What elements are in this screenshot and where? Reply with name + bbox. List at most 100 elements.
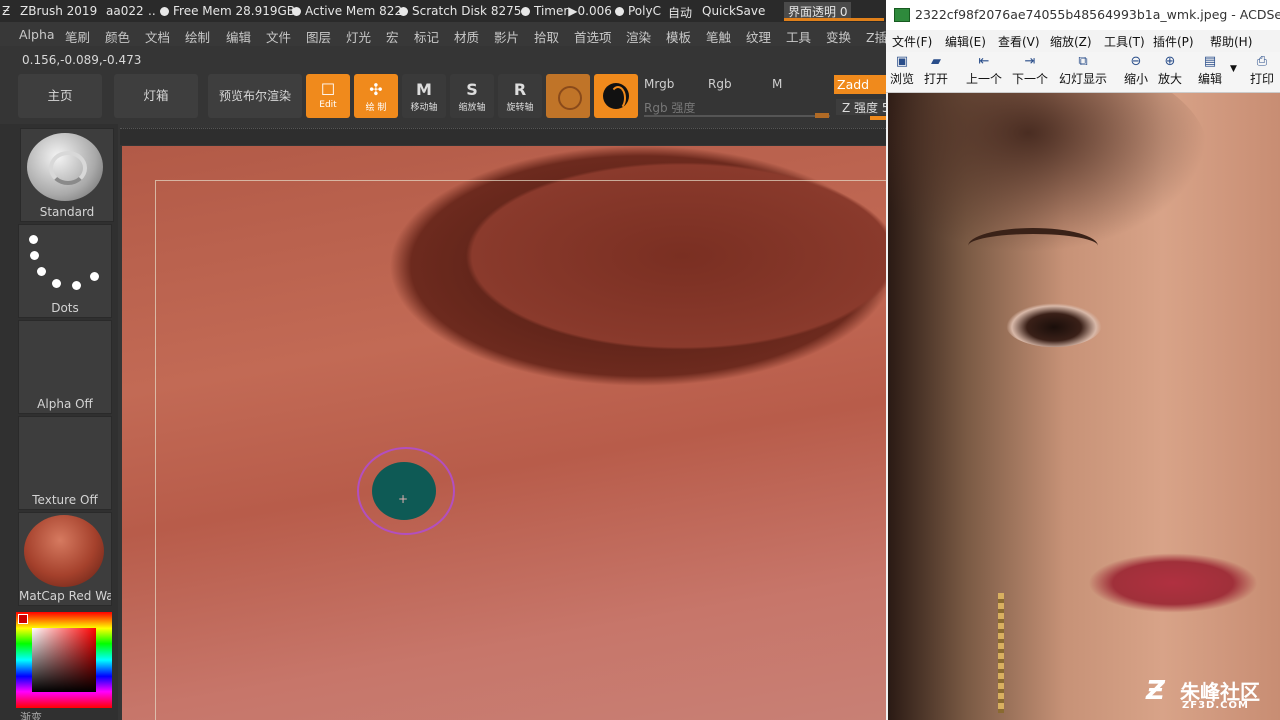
auto-toggle[interactable]: 自动 bbox=[668, 4, 692, 21]
m-toggle[interactable]: M bbox=[772, 77, 782, 91]
edit-button[interactable]: ▤ 编辑 bbox=[1198, 54, 1222, 87]
home-button[interactable]: 主页 bbox=[18, 74, 102, 118]
material-sphere-button[interactable] bbox=[546, 74, 590, 118]
move-icon: M bbox=[416, 80, 432, 99]
stroke-slot[interactable]: Dots bbox=[18, 224, 112, 318]
material-slot[interactable]: MatCap Red Wax bbox=[18, 512, 112, 606]
rgb-intensity-slider[interactable]: Rgb 强度 bbox=[644, 99, 695, 116]
reference-photo bbox=[888, 93, 1280, 720]
print-icon: ⎙ bbox=[1256, 54, 1268, 69]
brush-slot[interactable]: Standard bbox=[20, 128, 114, 222]
mrgb-toggle[interactable]: Mrgb bbox=[644, 77, 674, 91]
acd-menu-tools[interactable]: 工具(T) bbox=[1104, 33, 1145, 50]
previous-button[interactable]: ⇤ 上一个 bbox=[966, 54, 1002, 87]
zoom-in-label: 放大 bbox=[1158, 72, 1183, 86]
menu-transform[interactable]: 变换 bbox=[826, 27, 851, 46]
menu-texture[interactable]: 纹理 bbox=[746, 27, 771, 46]
acd-menu-zoom[interactable]: 缩放(Z) bbox=[1050, 33, 1092, 50]
browse-button[interactable]: ▣ 浏览 bbox=[890, 54, 914, 87]
menu-picker[interactable]: 拾取 bbox=[534, 27, 559, 46]
photo-lips bbox=[1088, 553, 1258, 613]
edit-label: Edit bbox=[319, 100, 337, 110]
draw-mode-button[interactable]: ✣ 绘 制 bbox=[354, 74, 398, 118]
slideshow-icon: ⧉ bbox=[1078, 54, 1088, 69]
texture-name: Texture Off bbox=[32, 493, 98, 507]
menu-zplugin[interactable]: Z插 bbox=[866, 27, 886, 46]
menu-stencil[interactable]: 模板 bbox=[666, 27, 691, 46]
alpha-slot[interactable]: Alpha Off bbox=[18, 320, 112, 414]
menu-render[interactable]: 渲染 bbox=[626, 27, 651, 46]
left-shelf: Standard Dots Alpha Off Texture Off MatC… bbox=[0, 124, 118, 720]
browse-icon: ▣ bbox=[895, 54, 909, 69]
move-mode-button[interactable]: M 移动轴 bbox=[402, 74, 446, 118]
scale-mode-button[interactable]: S 缩放轴 bbox=[450, 74, 494, 118]
menu-movie[interactable]: 影片 bbox=[494, 27, 519, 46]
rotate-icon: R bbox=[513, 80, 527, 99]
menu-document[interactable]: 文档 bbox=[145, 27, 170, 46]
timer: Timer▶0.006 bbox=[521, 4, 612, 18]
acd-menu-edit[interactable]: 编辑(E) bbox=[945, 33, 986, 50]
zadd-button[interactable]: Zadd bbox=[834, 75, 886, 94]
color-picker-square[interactable] bbox=[32, 628, 96, 692]
bpr-render-button[interactable]: 预览布尔渲染 bbox=[208, 74, 302, 118]
menu-preferences[interactable]: 首选项 bbox=[574, 27, 612, 46]
menu-tool[interactable]: 工具 bbox=[786, 27, 811, 46]
menu-draw[interactable]: 绘制 bbox=[185, 27, 210, 46]
acd-menu-file[interactable]: 文件(F) bbox=[892, 33, 932, 50]
acdsee-title: 2322cf98f2076ae74055b48564993b1a_wmk.jpe… bbox=[915, 7, 1280, 22]
rgb-intensity-track[interactable] bbox=[644, 115, 830, 117]
canvas-top-strip bbox=[120, 128, 886, 145]
next-button[interactable]: ⇥ 下一个 bbox=[1012, 54, 1048, 87]
quicksave-button[interactable]: QuickSave bbox=[702, 4, 765, 18]
edit-icon: ▤ bbox=[1203, 54, 1217, 69]
menu-light[interactable]: 灯光 bbox=[346, 27, 371, 46]
slideshow-button[interactable]: ⧉ 幻灯显示 bbox=[1059, 54, 1107, 87]
edit-dropdown-button[interactable]: ▼ bbox=[1230, 64, 1237, 74]
edit-mode-button[interactable]: ☐ Edit bbox=[306, 74, 350, 118]
menu-marker[interactable]: 标记 bbox=[414, 27, 439, 46]
brush-cursor-ring[interactable] bbox=[357, 447, 455, 535]
z-intensity-handle[interactable] bbox=[870, 116, 886, 120]
rgb-toggle[interactable]: Rgb bbox=[708, 77, 732, 91]
acd-menu-plugins[interactable]: 插件(P) bbox=[1153, 33, 1194, 50]
zoom-in-icon: ⊕ bbox=[1164, 54, 1176, 69]
next-icon: ⇥ bbox=[1024, 54, 1036, 69]
zoom-out-button[interactable]: ⊖ 缩小 bbox=[1124, 54, 1148, 87]
menu-macro[interactable]: 宏 bbox=[386, 27, 399, 46]
rotate-mode-button[interactable]: R 旋转轴 bbox=[498, 74, 542, 118]
acd-menu-view[interactable]: 查看(V) bbox=[998, 33, 1040, 50]
menu-alpha[interactable]: Alpha bbox=[19, 27, 55, 42]
open-label: 打开 bbox=[924, 72, 949, 86]
color-swatch-indicator bbox=[18, 614, 28, 624]
gradient-label: 渐变 bbox=[20, 711, 42, 720]
scale-icon: S bbox=[466, 80, 478, 99]
move-label: 移动轴 bbox=[410, 103, 438, 113]
menu-layer[interactable]: 图层 bbox=[306, 27, 331, 46]
zbrush-logo-icon: Ƶ bbox=[2, 4, 11, 18]
acdsee-toolbar: ▣ 浏览 ▰ 打开 ⇤ 上一个 ⇥ 下一个 ⧉ 幻灯显示 ⊖ 缩小 ⊕ 放大 ▤ 编辑 ▼ ⎙ 打… bbox=[886, 52, 1280, 93]
menu-color[interactable]: 颜色 bbox=[105, 27, 130, 46]
menu-stroke[interactable]: 笔触 bbox=[706, 27, 731, 46]
menu-material[interactable]: 材质 bbox=[454, 27, 479, 46]
app-title: ZBrush 2019 bbox=[20, 4, 98, 18]
transparency-slider-track[interactable] bbox=[784, 18, 884, 21]
open-button[interactable]: ▰ 打开 bbox=[924, 54, 948, 87]
texture-slot[interactable]: Texture Off bbox=[18, 416, 112, 510]
menu-edit[interactable]: 编辑 bbox=[226, 27, 251, 46]
menu-brush[interactable]: 笔刷 bbox=[65, 27, 90, 46]
print-button[interactable]: ⎙ 打印 bbox=[1250, 54, 1274, 87]
z-intensity-slider[interactable]: Z 强度 5 bbox=[836, 99, 886, 115]
zoom-out-icon: ⊖ bbox=[1130, 54, 1142, 69]
acd-menu-help[interactable]: 帮助(H) bbox=[1210, 33, 1252, 50]
rgb-intensity-handle[interactable] bbox=[815, 113, 829, 118]
draw-icon: ✣ bbox=[369, 80, 383, 99]
menu-file[interactable]: 文件 bbox=[266, 27, 291, 46]
color-picker[interactable] bbox=[16, 612, 112, 708]
lightbox-button[interactable]: 灯箱 bbox=[114, 74, 198, 118]
zoom-in-button[interactable]: ⊕ 放大 bbox=[1158, 54, 1182, 87]
photo-eye bbox=[1006, 303, 1102, 347]
color-swatch-button[interactable] bbox=[594, 74, 638, 118]
previous-label: 上一个 bbox=[966, 72, 1003, 86]
document-frame bbox=[155, 180, 886, 720]
prev-icon: ⇤ bbox=[978, 54, 990, 69]
